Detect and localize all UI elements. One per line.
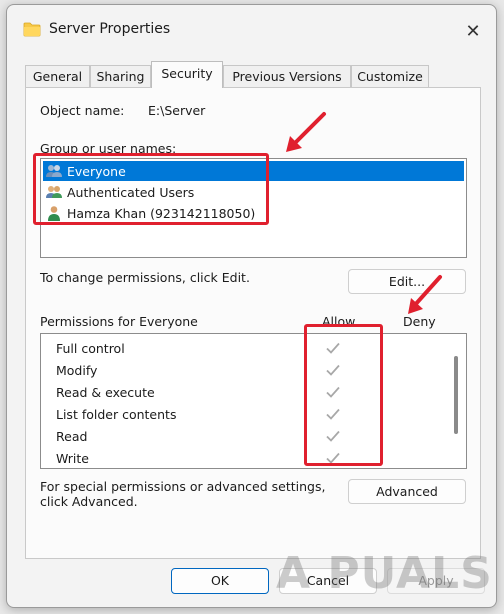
window-title: Server Properties bbox=[49, 21, 171, 37]
permission-name: Read bbox=[56, 429, 88, 444]
edit-hint-text: To change permissions, click Edit. bbox=[40, 270, 250, 285]
tab-security[interactable]: Security bbox=[151, 61, 223, 88]
allow-check-icon bbox=[326, 452, 340, 464]
security-panel: Object name: E:\Server Group or user nam… bbox=[25, 87, 481, 559]
user-name: Hamza Khan (923142118050) bbox=[67, 205, 256, 221]
tab-sharing[interactable]: Sharing bbox=[90, 65, 151, 87]
allow-check-icon bbox=[326, 430, 340, 442]
advanced-button[interactable]: Advanced bbox=[348, 479, 466, 504]
tab-customize[interactable]: Customize bbox=[351, 65, 429, 87]
user-list[interactable]: Everyone Authenticated Users Hamza Khan … bbox=[40, 158, 467, 258]
permission-row-read-execute: Read & execute bbox=[41, 381, 441, 403]
permission-row-modify: Modify bbox=[41, 359, 441, 381]
deny-column-header: Deny bbox=[403, 314, 436, 329]
permission-row-full-control: Full control bbox=[41, 337, 441, 359]
group-users-label: Group or user names: bbox=[40, 141, 177, 156]
user-name: Everyone bbox=[67, 163, 126, 179]
object-name-label: Object name: bbox=[40, 103, 125, 118]
cancel-button[interactable]: Cancel bbox=[279, 568, 377, 594]
folder-icon bbox=[23, 22, 41, 37]
user-item-everyone[interactable]: Everyone bbox=[43, 161, 464, 181]
allow-check-icon bbox=[326, 364, 340, 376]
allow-check-icon bbox=[326, 408, 340, 420]
users-group-icon bbox=[46, 186, 62, 198]
advanced-hint-text: For special permissions or advanced sett… bbox=[40, 479, 326, 509]
permission-row-write: Write bbox=[41, 447, 441, 468]
allow-check-icon bbox=[326, 342, 340, 354]
user-name: Authenticated Users bbox=[67, 184, 195, 200]
permission-row-list-folder-contents: List folder contents bbox=[41, 403, 441, 425]
allow-column-header: Allow bbox=[322, 314, 356, 329]
user-icon bbox=[48, 206, 60, 221]
user-item-authenticated-users[interactable]: Authenticated Users bbox=[43, 182, 464, 202]
close-button[interactable]: ✕ bbox=[450, 5, 496, 57]
apply-button[interactable]: Apply bbox=[387, 568, 485, 594]
permissions-list[interactable]: Full control Modify Read & execute List … bbox=[40, 333, 467, 469]
allow-check-icon bbox=[326, 386, 340, 398]
object-name-value: E:\Server bbox=[148, 103, 206, 118]
permission-name: Modify bbox=[56, 363, 98, 378]
tab-previous-versions[interactable]: Previous Versions bbox=[223, 65, 351, 87]
tab-general[interactable]: General bbox=[25, 65, 90, 87]
permission-name: List folder contents bbox=[56, 407, 177, 422]
permission-name: Full control bbox=[56, 341, 125, 356]
permissions-label: Permissions for Everyone bbox=[40, 314, 198, 329]
ok-button[interactable]: OK bbox=[171, 568, 269, 594]
permission-row-read: Read bbox=[41, 425, 441, 447]
title-bar: Server Properties ✕ bbox=[7, 5, 496, 57]
edit-button[interactable]: Edit... bbox=[348, 269, 466, 294]
permission-name: Read & execute bbox=[56, 385, 155, 400]
close-icon: ✕ bbox=[465, 20, 481, 42]
permission-name: Write bbox=[56, 451, 90, 466]
permissions-scrollbar[interactable] bbox=[454, 356, 458, 434]
server-properties-dialog: Server Properties ✕ General Sharing Secu… bbox=[6, 4, 497, 608]
user-item-hamza-khan[interactable]: Hamza Khan (923142118050) bbox=[43, 203, 464, 223]
users-group-icon bbox=[46, 165, 62, 177]
